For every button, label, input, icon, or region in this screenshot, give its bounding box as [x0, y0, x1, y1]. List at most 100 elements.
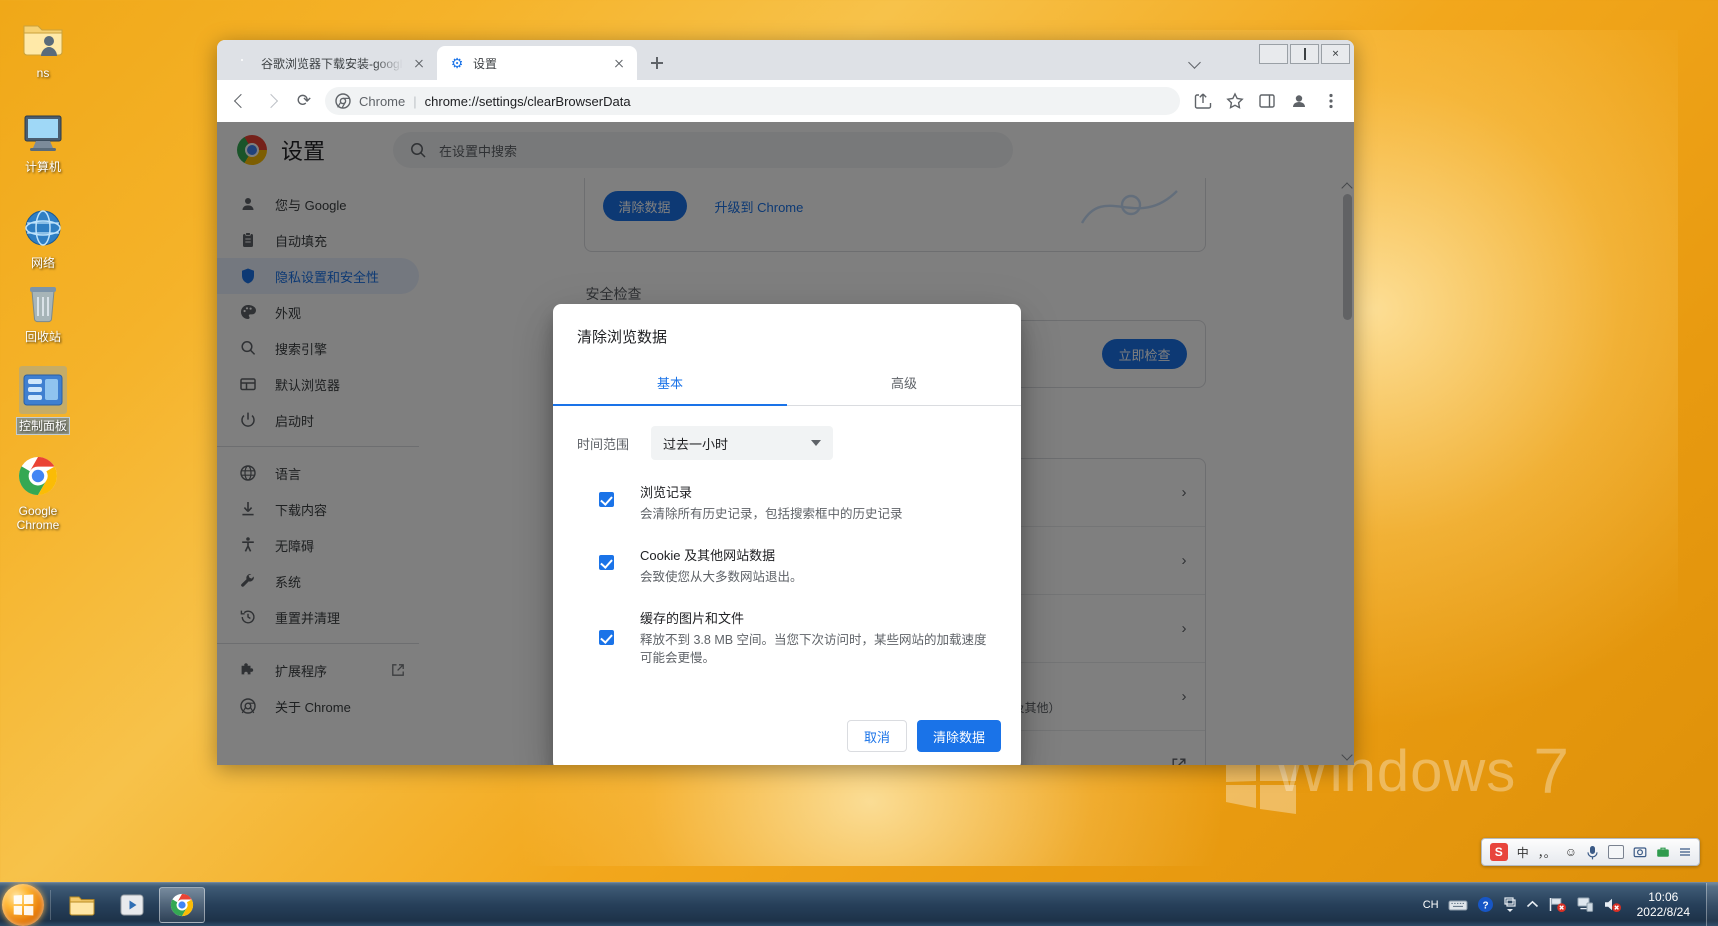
- toolbox-icon[interactable]: [1656, 845, 1670, 859]
- time-range-label: 时间范围: [577, 436, 630, 452]
- ime-toolbar: S 中 ，。 ☺: [1480, 838, 1700, 866]
- desktop-icon-network[interactable]: 网络: [0, 204, 86, 270]
- show-desktop-button[interactable]: [1706, 882, 1718, 926]
- three-dot-menu-icon[interactable]: [1316, 86, 1346, 116]
- show-hidden-icons-chevron-up-icon[interactable]: [1526, 900, 1539, 909]
- taskbar-clock[interactable]: 10:06 2022/8/24: [1637, 890, 1690, 920]
- desktop-icon-label: 控制面板: [15, 417, 71, 435]
- dialog-body: 时间范围 过去一小时 浏览记录 会清除所有历史记录，包括搜索框中的历史记录 Co…: [553, 406, 1021, 706]
- profile-icon[interactable]: [1284, 86, 1314, 116]
- chrome-icon: [168, 891, 196, 919]
- star-icon[interactable]: [1220, 86, 1250, 116]
- desktop-icon-control-panel[interactable]: 控制面板: [0, 366, 86, 435]
- desktop-icon-label: 回收站: [24, 330, 61, 344]
- checkbox-item-cookies[interactable]: Cookie 及其他网站数据 会致使您从大多数网站退出。: [577, 545, 997, 586]
- tab-close-icon[interactable]: [411, 55, 427, 71]
- ime-mode-toggle[interactable]: 中: [1517, 844, 1529, 861]
- dialog-title: 清除浏览数据: [577, 329, 668, 346]
- share-icon[interactable]: [1188, 86, 1218, 116]
- control-panel-icon: [19, 366, 67, 414]
- window-switch-icon[interactable]: [1503, 896, 1517, 913]
- dialog-tab-basic[interactable]: 基本: [553, 361, 787, 405]
- tab-strip: 谷歌浏览器下载安装-google chr ⚙ 设置 ✕: [217, 40, 1354, 80]
- close-button[interactable]: ✕: [1321, 44, 1350, 64]
- network-status-icon[interactable]: [1548, 896, 1567, 913]
- desktop-icon-ns[interactable]: ns: [0, 14, 86, 80]
- ime-punctuation-toggle[interactable]: ，。: [1538, 844, 1556, 861]
- taskbar-divider: [50, 889, 51, 920]
- dialog-tab-advanced[interactable]: 高级: [787, 361, 1021, 405]
- volume-muted-icon[interactable]: [1603, 896, 1622, 913]
- dialog-tab-indicator: [553, 404, 787, 406]
- system-tray: CH ? 10:06 2022/8/24: [1423, 890, 1700, 920]
- minimize-button[interactable]: [1259, 44, 1288, 64]
- browser-toolbar: ⟳ Chrome | chrome://settings/clearBrowse…: [217, 80, 1354, 122]
- cancel-button[interactable]: 取消: [846, 720, 907, 752]
- tab-title: 设置: [473, 56, 498, 71]
- address-bar[interactable]: Chrome | chrome://settings/clearBrowserD…: [325, 87, 1180, 115]
- checkbox-icon[interactable]: [599, 630, 614, 645]
- dialog-checkbox-list: 浏览记录 会清除所有历史记录，包括搜索框中的历史记录 Cookie 及其他网站数…: [577, 482, 997, 667]
- tray-ime-language[interactable]: CH: [1423, 899, 1439, 911]
- tab-title: 谷歌浏览器下载安装-google chr: [261, 56, 403, 71]
- checkbox-title: 缓存的图片和文件: [640, 611, 745, 626]
- play-icon: [119, 892, 145, 918]
- tab-search-chevron-down-icon[interactable]: [1184, 50, 1206, 72]
- keyboard-icon[interactable]: [1448, 898, 1468, 912]
- folder-icon: [68, 892, 96, 918]
- clock-date: 2022/8/24: [1636, 904, 1690, 919]
- tab-close-icon[interactable]: [611, 55, 627, 71]
- start-button[interactable]: [2, 883, 44, 926]
- tab-downloads-page[interactable]: 谷歌浏览器下载安装-google chr: [225, 46, 437, 80]
- checkbox-title: 浏览记录: [640, 485, 693, 500]
- screenshot-icon[interactable]: [1633, 845, 1647, 859]
- back-button[interactable]: [225, 86, 255, 116]
- clock-time: 10:06: [1648, 889, 1679, 904]
- desktop-icon-google-chrome[interactable]: Google Chrome: [0, 452, 76, 532]
- dialog-footer: 取消 清除数据: [553, 706, 1021, 765]
- checkbox-item-cached-images[interactable]: 缓存的图片和文件 释放不到 3.8 MB 空间。当您下次访问时，某些网站的加载速…: [577, 608, 997, 667]
- checkbox-text: Cookie 及其他网站数据 会致使您从大多数网站退出。: [640, 545, 803, 586]
- checkbox-title: Cookie 及其他网站数据: [640, 548, 776, 563]
- clear-data-button[interactable]: 清除数据: [916, 720, 1001, 752]
- chrome-icon: [14, 452, 62, 500]
- desktop-icon-label: 网络: [30, 256, 55, 270]
- omnibox-separator: |: [413, 93, 417, 109]
- clear-browsing-data-dialog: 清除浏览数据 基本 高级 时间范围 过去一小时 浏览记录 会清除所有历史记录，包…: [553, 304, 1021, 765]
- omnibox-chip-label: Chrome: [359, 93, 406, 109]
- omnibox-url: chrome://settings/clearBrowserData: [424, 93, 631, 109]
- checkbox-item-browsing-history[interactable]: 浏览记录 会清除所有历史记录，包括搜索框中的历史记录: [577, 482, 997, 523]
- chrome-window: 谷歌浏览器下载安装-google chr ⚙ 设置 ✕ ⟳ Chrome | c…: [217, 40, 1354, 765]
- new-tab-button[interactable]: [643, 49, 671, 77]
- window-controls: ✕: [1259, 44, 1350, 64]
- forward-button[interactable]: [257, 86, 287, 116]
- help-icon[interactable]: ?: [1477, 896, 1494, 913]
- desktop-icon-computer[interactable]: 计算机: [0, 108, 86, 174]
- tab-settings[interactable]: ⚙ 设置: [437, 46, 637, 80]
- pc-status-icon[interactable]: [1576, 896, 1594, 913]
- folder-icon: [19, 14, 67, 62]
- checkbox-icon[interactable]: [599, 555, 614, 570]
- checkbox-text: 缓存的图片和文件 释放不到 3.8 MB 空间。当您下次访问时，某些网站的加载速…: [640, 608, 997, 667]
- taskbar-item-file-explorer[interactable]: [59, 887, 105, 923]
- checkbox-icon[interactable]: [599, 492, 614, 507]
- desktop-icon-label: ns: [36, 66, 50, 80]
- recycle-bin-icon: [19, 278, 67, 326]
- desktop-icon-label: 计算机: [24, 160, 61, 174]
- sogou-logo-icon[interactable]: S: [1489, 843, 1508, 861]
- taskbar-item-media-player[interactable]: [109, 887, 155, 923]
- taskbar-item-google-chrome[interactable]: [159, 886, 205, 923]
- menu-icon[interactable]: [1679, 846, 1691, 858]
- emoji-icon[interactable]: ☺: [1565, 845, 1577, 859]
- reload-button[interactable]: ⟳: [289, 86, 319, 116]
- maximize-button[interactable]: [1290, 44, 1319, 64]
- desktop-icon-label: Google Chrome: [16, 504, 60, 532]
- checkbox-desc: 释放不到 3.8 MB 空间。当您下次访问时，某些网站的加载速度可能会更慢。: [640, 633, 987, 665]
- voice-icon[interactable]: [1586, 845, 1599, 860]
- time-range-select[interactable]: 过去一小时: [651, 426, 834, 460]
- checkbox-desc: 会清除所有历史记录，包括搜索框中的历史记录: [640, 507, 903, 521]
- computer-icon: [19, 108, 67, 156]
- desktop-icon-recycle-bin[interactable]: 回收站: [0, 278, 86, 344]
- side-panel-icon[interactable]: [1252, 86, 1282, 116]
- keyboard-icon[interactable]: [1608, 845, 1624, 859]
